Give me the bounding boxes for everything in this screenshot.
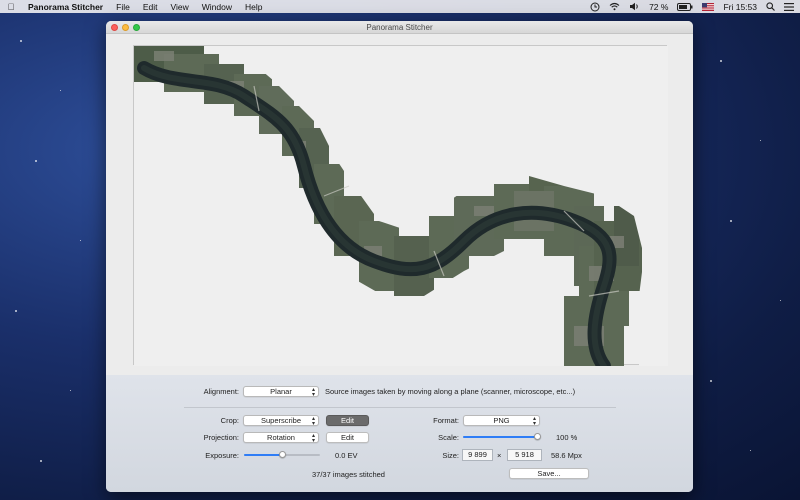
scale-slider[interactable] (463, 432, 541, 442)
alignment-value: Planar (270, 387, 292, 396)
projection-popup[interactable]: Rotation ▴ ▾ (243, 432, 319, 444)
scale-slider-knob[interactable] (533, 433, 541, 440)
stitch-status: 37/37 images stitched (312, 470, 385, 479)
popup-arrows-icon: ▴ ▾ (311, 416, 315, 427)
size-separator: × (497, 451, 502, 460)
size-height-field[interactable]: 5 918 (507, 449, 542, 461)
us-flag-icon[interactable] (702, 2, 715, 11)
minimize-window-button[interactable] (122, 24, 129, 31)
close-window-button[interactable] (111, 24, 118, 31)
time-machine-icon[interactable] (590, 2, 600, 12)
notification-center-icon[interactable] (784, 2, 794, 11)
size-width-field[interactable]: 9 899 (462, 449, 493, 461)
popup-arrows-icon: ▴ ▾ (311, 433, 315, 444)
title-bar[interactable]: Panorama Stitcher (106, 21, 693, 34)
save-button[interactable]: Save... (509, 468, 589, 479)
menu-file[interactable]: File (116, 2, 130, 12)
popup-arrows-icon: ▴ ▾ (311, 387, 315, 398)
exposure-slider-knob[interactable] (278, 451, 286, 458)
spotlight-search-icon[interactable] (766, 2, 775, 11)
scale-value: 100 % (556, 433, 578, 442)
menu-bar:  Panorama Stitcher File Edit View Windo… (0, 0, 800, 13)
scale-label: Scale: (438, 433, 459, 442)
panel-divider (184, 407, 616, 408)
menu-help[interactable]: Help (245, 2, 262, 12)
alignment-label: Alignment: (203, 387, 239, 396)
wifi-icon[interactable] (609, 2, 620, 11)
battery-percentage[interactable]: 72 % (649, 2, 668, 12)
crop-popup[interactable]: Superscribe ▴ ▾ (243, 415, 319, 427)
menu-view[interactable]: View (170, 2, 188, 12)
crop-value: Superscribe (260, 416, 302, 425)
format-label: Format: (433, 416, 459, 425)
crop-label: Crop: (220, 416, 239, 425)
apple-menu-icon[interactable]:  (6, 2, 16, 12)
settings-panel: Alignment: Planar ▴ ▾ Source images taken… (106, 375, 693, 492)
alignment-popup[interactable]: Planar ▴ ▾ (243, 386, 319, 398)
format-popup[interactable]: PNG ▴ ▾ (463, 415, 540, 427)
popup-arrows-icon: ▴ ▾ (532, 416, 536, 427)
clock[interactable]: Fri 15:53 (723, 2, 757, 12)
panorama-preview[interactable] (133, 45, 668, 366)
projection-value: Rotation (267, 433, 295, 442)
projection-label: Projection: (203, 433, 239, 442)
menu-window[interactable]: Window (202, 2, 232, 12)
crop-edit-button[interactable]: Edit (326, 415, 369, 426)
exposure-value: 0.0 EV (335, 451, 358, 460)
projection-edit-button[interactable]: Edit (326, 432, 369, 443)
format-value: PNG (493, 416, 510, 425)
menu-app-name[interactable]: Panorama Stitcher (28, 2, 103, 12)
size-label: Size: (442, 451, 459, 460)
battery-icon[interactable] (677, 2, 693, 11)
exposure-label: Exposure: (205, 451, 239, 460)
window-title: Panorama Stitcher (366, 23, 433, 32)
exposure-slider[interactable] (244, 450, 320, 460)
zoom-window-button[interactable] (133, 24, 140, 31)
alignment-description: Source images taken by moving along a pl… (325, 387, 576, 396)
size-megapixels: 58.6 Mpx (551, 451, 582, 460)
app-window: Panorama Stitcher Alignment: Planar ▴ ▾ … (106, 21, 693, 492)
volume-icon[interactable] (629, 2, 640, 11)
menu-edit[interactable]: Edit (143, 2, 158, 12)
stitched-panorama-image (134, 46, 668, 366)
